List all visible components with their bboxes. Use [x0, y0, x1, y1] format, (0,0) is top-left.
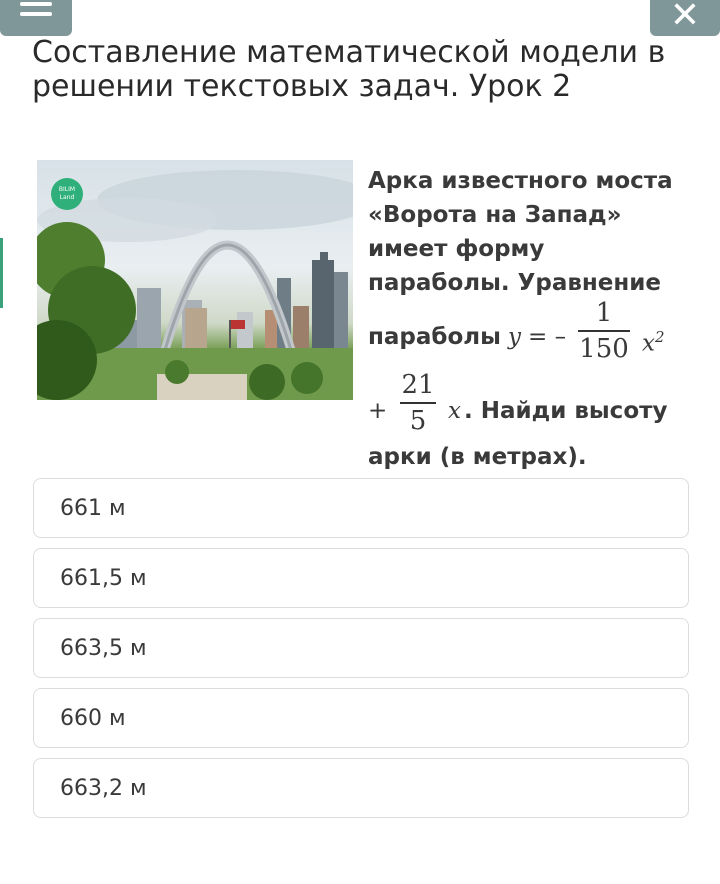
answer-label: 660 м — [60, 705, 126, 731]
page-title: Составление математической модели в реше… — [32, 35, 666, 104]
y-variable: y — [508, 324, 521, 350]
bilimland-logo: BILIM Land — [51, 178, 83, 210]
formula-first-line: параболы y = – 1 150 x2 — [368, 298, 688, 374]
equals-minus: = – — [528, 324, 567, 350]
answer-option[interactable]: 663,5 м — [33, 618, 689, 678]
question-text: Арка известного моста «Ворота на Запад» … — [368, 164, 688, 474]
menu-icon-bar — [20, 2, 52, 6]
menu-button[interactable] — [0, 0, 72, 36]
answer-label: 663,2 м — [60, 775, 147, 801]
question-end: арки (в метрах). — [368, 444, 587, 470]
answer-label: 661 м — [60, 495, 126, 521]
formula-second-line: + 21 5 x . Найди высоту — [368, 370, 688, 440]
parabola-word: параболы — [368, 324, 501, 350]
close-button[interactable]: ✕ — [650, 0, 720, 36]
plus-sign: + — [368, 398, 388, 424]
city-skyline-illustration — [37, 170, 353, 400]
question-intro: Арка известного моста «Ворота на Запад» … — [368, 168, 673, 296]
fraction-21-5: 21 5 — [400, 370, 436, 436]
x-variable: x — [448, 398, 461, 424]
x-squared: x2 — [642, 328, 665, 357]
answer-option[interactable]: 661 м — [33, 478, 689, 538]
fraction-1-150: 1 150 — [578, 298, 630, 364]
gateway-arch-photo: BILIM Land — [37, 160, 353, 400]
answer-label: 663,5 м — [60, 635, 147, 661]
side-indicator — [0, 238, 3, 308]
answer-label: 661,5 м — [60, 565, 147, 591]
close-icon: ✕ — [669, 0, 701, 36]
answer-option[interactable]: 660 м — [33, 688, 689, 748]
answer-option[interactable]: 661,5 м — [33, 548, 689, 608]
answer-option[interactable]: 663,2 м — [33, 758, 689, 818]
menu-icon-bar — [20, 12, 52, 16]
question-tail: . Найди высоту — [464, 398, 668, 424]
